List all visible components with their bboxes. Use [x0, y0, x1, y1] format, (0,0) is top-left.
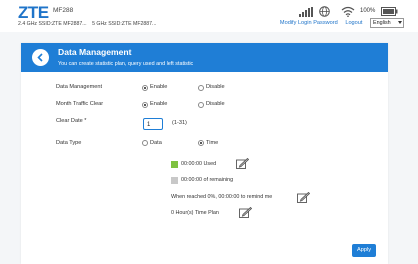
used-legend-square	[171, 161, 178, 168]
top-links: Modify Login Password Logout English	[280, 18, 404, 28]
data-management-disable-radio[interactable]	[198, 85, 204, 91]
clear-date-input[interactable]: 1	[143, 118, 163, 130]
used-text: 00:00:00 Used	[181, 161, 217, 167]
panel-subtitle: You can create statistic plan, query use…	[58, 61, 194, 67]
apply-button[interactable]: Apply	[352, 244, 376, 257]
edit-icon[interactable]	[236, 158, 249, 169]
language-value: English	[373, 20, 391, 26]
ssid-5ghz: 5 GHz SSID:ZTE MF2887...	[92, 21, 157, 27]
edit-icon[interactable]	[297, 192, 310, 203]
device-model: MF288	[53, 7, 74, 14]
data-type-data-radio[interactable]	[142, 140, 148, 146]
back-button[interactable]	[32, 49, 49, 66]
top-header: ZTE MF288 2.4 GHz SSID:ZTE MF2887... 5 G…	[0, 0, 418, 32]
chevron-left-icon	[37, 53, 43, 62]
data-management-enable-label[interactable]: Enable	[150, 84, 167, 90]
data-type-time-label[interactable]: Time	[206, 140, 218, 146]
panel-title: Data Management	[58, 47, 132, 57]
ssid-info: 2.4 GHz SSID:ZTE MF2887... 5 GHz SSID:ZT…	[18, 21, 160, 27]
edit-icon[interactable]	[239, 207, 252, 218]
data-management-disable-label[interactable]: Disable	[206, 84, 225, 90]
battery-icon	[381, 7, 398, 16]
signal-strength-icon	[299, 7, 313, 17]
clear-date-hint: (1-31)	[172, 120, 187, 126]
data-management-enable-radio[interactable]	[142, 85, 148, 91]
month-clear-enable-label[interactable]: Enable	[150, 101, 167, 107]
data-management-panel: Data Management You can create statistic…	[21, 43, 388, 264]
month-clear-disable-radio[interactable]	[198, 102, 204, 108]
zte-logo: ZTE	[18, 3, 49, 22]
router-web-page: ZTE MF288 2.4 GHz SSID:ZTE MF2887... 5 G…	[0, 0, 418, 264]
data-management-label: Data Management	[56, 84, 103, 90]
wifi-icon	[341, 6, 355, 17]
ssid-24ghz: 2.4 GHz SSID:ZTE MF2887...	[18, 21, 87, 27]
month-clear-disable-label[interactable]: Disable	[206, 101, 225, 107]
month-clear-label: Month Traffic Clear	[56, 101, 104, 107]
data-type-time-radio[interactable]	[198, 140, 204, 146]
panel-header: Data Management You can create statistic…	[21, 43, 388, 72]
logout-link[interactable]: Logout	[345, 20, 362, 26]
modify-password-link[interactable]: Modify Login Password	[280, 20, 338, 26]
clear-date-label: Clear Date *	[56, 118, 87, 124]
data-type-label: Data Type	[56, 140, 82, 146]
globe-icon	[319, 6, 330, 17]
chevron-down-icon	[398, 21, 402, 24]
data-type-data-label[interactable]: Data	[150, 140, 162, 146]
month-clear-enable-radio[interactable]	[142, 102, 148, 108]
time-plan-text: 0 Hour(s) Time Plan	[171, 210, 219, 216]
battery-percentage: 100%	[360, 8, 376, 14]
remaining-legend-square	[171, 177, 178, 184]
remind-text: When reached 0%, 00:00:00 to remind me	[171, 194, 273, 200]
language-select[interactable]: English	[370, 18, 404, 28]
remaining-text: 00:00:00 of remaining	[181, 177, 234, 183]
